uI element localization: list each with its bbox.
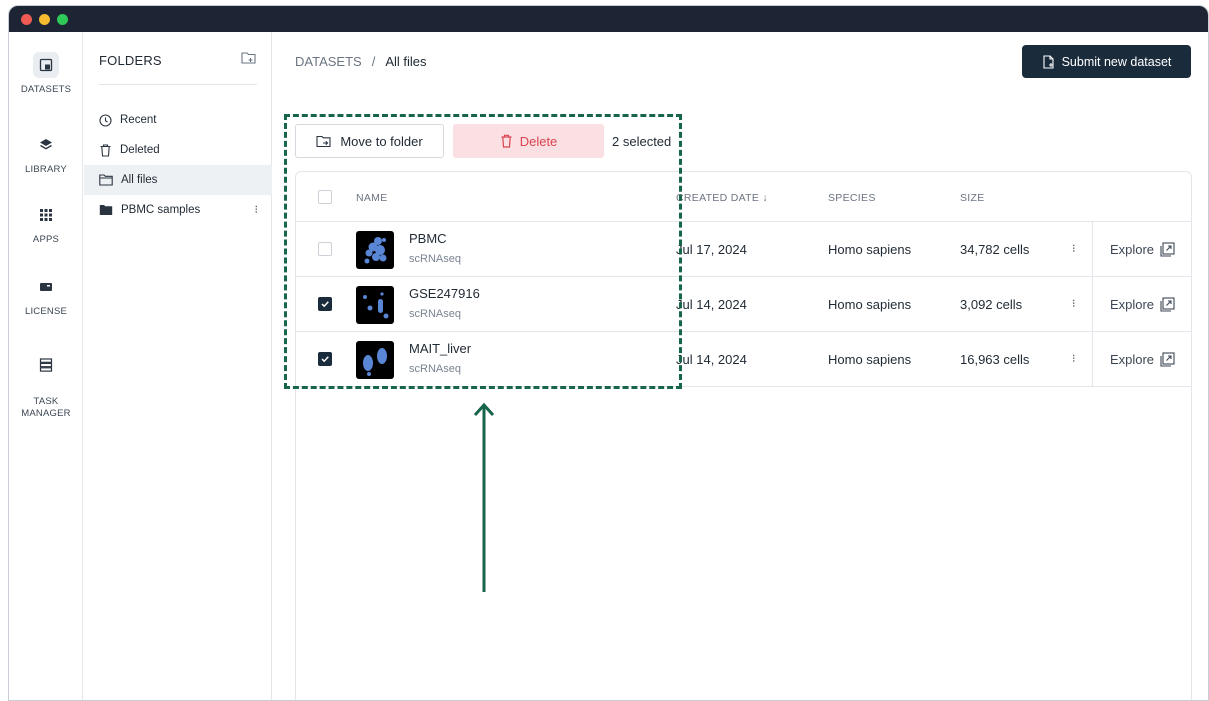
main-content: DATASETS / All files Submit new dataset Mo… (273, 32, 1208, 700)
column-header-size[interactable]: SIZE (960, 192, 985, 204)
explore-label: Explore (1109, 241, 1155, 257)
species: Homo sapiens (828, 352, 912, 367)
explore-button[interactable]: Explore (1092, 332, 1192, 386)
folders-divider (99, 84, 257, 85)
row-options-icon[interactable]: ⁝ (1072, 352, 1076, 365)
column-header-created-date[interactable]: CREATED DATE ↓ (676, 192, 768, 204)
external-open-icon (1160, 241, 1175, 257)
nav-item-task-manager[interactable]: TASK MANAGER (9, 340, 83, 420)
delete-label: Delete (519, 133, 558, 149)
layers-icon (33, 132, 59, 158)
folder-options-icon[interactable]: ⁝ (255, 204, 259, 216)
nav-item-datasets[interactable]: DATASETS (9, 52, 83, 96)
dataset-name[interactable]: MAIT_liver (409, 341, 471, 356)
move-to-folder-label: Move to folder (340, 133, 423, 149)
explore-button[interactable]: Explore (1092, 222, 1192, 276)
species: Homo sapiens (828, 242, 912, 257)
folder-filled-icon (99, 205, 113, 215)
license-card-icon (33, 274, 59, 300)
breadcrumb-current: All files (385, 54, 427, 69)
trash-icon (100, 143, 111, 157)
dataset-type: scRNAseq (409, 363, 461, 375)
dataset-size: 16,963 cells (960, 352, 1030, 367)
minimize-window-button[interactable] (39, 14, 50, 25)
created-date: Jul 17, 2024 (676, 242, 747, 257)
row-checkbox[interactable] (318, 242, 332, 256)
nav-item-apps[interactable]: APPS (9, 202, 83, 246)
selected-count: 2 selected (612, 133, 672, 149)
breadcrumb-separator: / (371, 54, 376, 69)
server-stack-icon (33, 352, 59, 378)
folder-label-recent: Recent (120, 114, 157, 126)
row-options-icon[interactable]: ⁝ (1072, 242, 1076, 255)
row-checkbox-checked[interactable] (318, 297, 332, 311)
clock-icon (99, 113, 112, 127)
folder-item-all-files[interactable]: All files (84, 165, 272, 195)
table-row[interactable]: PBMC scRNAseq Jul 17, 2024 Homo sapiens … (296, 222, 1191, 277)
dataset-type: scRNAseq (409, 253, 461, 265)
folder-item-recent[interactable]: Recent (84, 105, 272, 135)
folder-item-deleted[interactable]: Deleted (84, 135, 272, 165)
submit-new-dataset-button[interactable]: Submit new dataset (1022, 45, 1191, 78)
nav-label-task-manager: TASK MANAGER (21, 396, 71, 419)
move-to-folder-button[interactable]: Move to folder (295, 124, 444, 158)
nav-item-library[interactable]: LIBRARY (9, 132, 83, 176)
dataset-size: 3,092 cells (960, 297, 1023, 312)
breadcrumb: DATASETS / All files (295, 54, 427, 69)
nav-label-license: LICENSE (24, 306, 68, 317)
new-folder-icon[interactable] (241, 51, 257, 70)
app-window: DATASETS LIBRARY APPS LICENSE TASK MANAG… (8, 5, 1209, 701)
submit-new-dataset-label: Submit new dataset (1061, 54, 1172, 69)
breadcrumb-root-link[interactable]: DATASETS (295, 54, 362, 69)
external-open-icon (1160, 351, 1175, 367)
dataset-name[interactable]: GSE247916 (409, 286, 480, 301)
explore-button[interactable]: Explore (1092, 277, 1192, 331)
folder-item-pbmc-samples[interactable]: PBMC samples ⁝ (84, 195, 272, 225)
delete-button[interactable]: Delete (453, 124, 604, 158)
nav-label-apps: APPS (32, 234, 60, 245)
close-window-button[interactable] (21, 14, 32, 25)
folder-move-icon (316, 135, 331, 147)
dataset-thumbnail (356, 231, 394, 269)
table-row[interactable]: GSE247916 scRNAseq Jul 14, 2024 Homo sap… (296, 277, 1191, 332)
dataset-thumbnail (356, 341, 394, 379)
explore-label: Explore (1109, 296, 1155, 312)
folders-panel: FOLDERS Recent Deleted All files PBMC sa… (84, 32, 272, 700)
external-open-icon (1160, 296, 1175, 312)
selection-toolbar: Move to folder Delete 2 selected (295, 124, 671, 158)
folder-icon (99, 174, 113, 186)
created-date: Jul 14, 2024 (676, 297, 747, 312)
dataset-type: scRNAseq (409, 308, 461, 320)
table-row[interactable]: MAIT_liver scRNAseq Jul 14, 2024 Homo sa… (296, 332, 1191, 387)
file-add-icon (1043, 54, 1054, 69)
folder-label-pbmc-samples: PBMC samples (121, 204, 201, 216)
select-all-checkbox[interactable] (318, 190, 332, 204)
dataset-name[interactable]: PBMC (409, 231, 447, 246)
nav-rail: DATASETS LIBRARY APPS LICENSE TASK MANAG… (9, 32, 83, 700)
trash-icon (501, 134, 512, 148)
table-header: NAME CREATED DATE ↓ SPECIES SIZE (296, 172, 1191, 222)
dataset-thumbnail (356, 286, 394, 324)
created-date: Jul 14, 2024 (676, 352, 747, 367)
folder-label-all-files: All files (121, 174, 158, 186)
row-options-icon[interactable]: ⁝ (1072, 297, 1076, 310)
apps-grid-icon (33, 202, 59, 228)
dataset-size: 34,782 cells (960, 242, 1030, 257)
datasets-table: NAME CREATED DATE ↓ SPECIES SIZE PBMC sc… (295, 171, 1192, 700)
title-bar (9, 6, 1208, 32)
folder-label-deleted: Deleted (120, 144, 160, 156)
column-header-name[interactable]: NAME (356, 192, 388, 204)
column-header-species[interactable]: SPECIES (828, 192, 876, 204)
nav-label-datasets: DATASETS (20, 84, 72, 95)
species: Homo sapiens (828, 297, 912, 312)
maximize-window-button[interactable] (57, 14, 68, 25)
row-checkbox-checked[interactable] (318, 352, 332, 366)
folders-title: FOLDERS (99, 53, 162, 68)
nav-label-library: LIBRARY (25, 164, 67, 175)
explore-label: Explore (1109, 351, 1155, 367)
nav-item-license[interactable]: LICENSE (9, 274, 83, 318)
datasets-icon (33, 52, 59, 78)
